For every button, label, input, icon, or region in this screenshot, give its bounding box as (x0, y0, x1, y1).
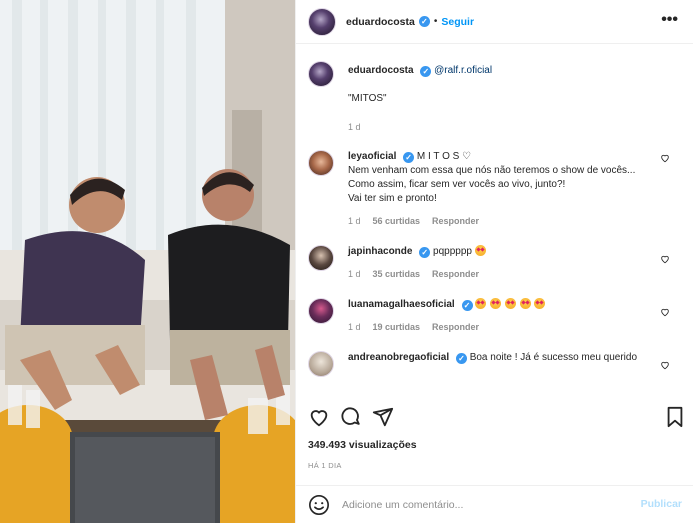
avatar[interactable] (308, 150, 334, 176)
post-photo (0, 0, 295, 523)
verified-icon: ✓ (419, 247, 431, 258)
comment-item: luanamagalhaesoficial ✓ 1 d 19 curtidas … (308, 298, 682, 334)
comment-item: andreanobregaoficial ✓ Boa noite ! Já é … (308, 351, 682, 377)
heart-icon[interactable] (660, 360, 670, 370)
comments-list[interactable]: eduardocosta ✓ @ralf.r.oficial "MITOS" 1… (296, 44, 693, 392)
reply-button[interactable]: Responder (432, 320, 479, 334)
comment-username[interactable]: japinhaconde (348, 246, 412, 257)
post-panel: eduardocosta ✓ • Seguir ••• eduardocosta… (295, 0, 693, 523)
verified-icon: ✓ (403, 152, 415, 163)
username-link[interactable]: eduardocosta (346, 16, 415, 28)
comment-text: Boa noite ! Já é sucesso meu querido (469, 352, 638, 363)
follow-button[interactable]: Seguir (441, 16, 474, 28)
comment-item: japinhaconde ✓ pqppppp 1 d 35 curtidas R… (308, 245, 682, 281)
comment-likes[interactable]: 35 curtidas (373, 267, 421, 281)
comment-age[interactable]: 1 d (348, 214, 361, 228)
comment-likes[interactable]: 19 curtidas (373, 320, 421, 334)
heart-eyes-emoji-icon (504, 298, 516, 309)
heart-icon[interactable] (660, 307, 670, 317)
action-bar (296, 400, 693, 430)
comment-username[interactable]: leyaoficial (348, 151, 396, 162)
heart-eyes-emoji-icon (474, 245, 486, 256)
comment-text: Vai ter sim e pronto! (348, 193, 437, 204)
caption-mention[interactable]: @ralf.r.oficial (434, 65, 492, 76)
comment-username[interactable]: luanamagalhaesoficial (348, 299, 455, 310)
reply-button[interactable]: Responder (432, 214, 479, 228)
heart-icon[interactable] (660, 153, 670, 163)
comment-username[interactable]: andreanobregaoficial (348, 352, 449, 363)
comment-text: M I T O S ♡ (416, 151, 472, 162)
caption: eduardocosta ✓ @ralf.r.oficial "MITOS" 1… (308, 61, 682, 134)
comment-text: pqppppp (433, 246, 472, 257)
comment-text: Nem venham com essa que nós não teremos … (348, 165, 636, 176)
comment-item: leyaoficial ✓ M I T O S ♡ Nem venham com… (308, 150, 682, 228)
avatar[interactable] (308, 61, 334, 87)
caption-text: "MITOS" (348, 93, 387, 104)
avatar[interactable] (308, 7, 336, 36)
separator-dot: • (433, 16, 438, 27)
verified-icon: ✓ (418, 16, 430, 27)
comment-likes[interactable]: 56 curtidas (373, 214, 421, 228)
verified-icon: ✓ (455, 353, 467, 364)
caption-age[interactable]: 1 d (348, 120, 361, 134)
view-count[interactable]: 349.493 visualizações (308, 439, 417, 451)
post-header: eduardocosta ✓ • Seguir ••• (296, 0, 693, 44)
avatar[interactable] (308, 245, 334, 271)
comment-text: Como assim, ficar sem ver vocês ao vivo,… (348, 179, 566, 190)
heart-eyes-emoji-icon (490, 298, 502, 309)
heart-eyes-emoji-icon (475, 298, 487, 309)
comment-age[interactable]: 1 d (348, 320, 361, 334)
heart-icon[interactable] (660, 254, 670, 264)
comment-input[interactable] (342, 498, 612, 511)
smile-icon[interactable] (308, 494, 330, 516)
caption-username[interactable]: eduardocosta (348, 65, 414, 76)
add-comment-bar: Publicar (296, 485, 693, 523)
avatar[interactable] (308, 351, 334, 377)
heart-eyes-emoji-icon (534, 298, 546, 309)
verified-icon: ✓ (461, 300, 473, 311)
heart-icon[interactable] (308, 406, 330, 428)
heart-eyes-emoji-icon (519, 298, 531, 309)
comment-age[interactable]: 1 d (348, 267, 361, 281)
verified-icon: ✓ (420, 66, 432, 77)
reply-button[interactable]: Responder (432, 267, 479, 281)
more-icon[interactable]: ••• (661, 12, 678, 28)
comment-icon[interactable] (340, 406, 362, 428)
bookmark-icon[interactable] (664, 406, 686, 428)
publish-button[interactable]: Publicar (641, 498, 682, 510)
avatar[interactable] (308, 298, 334, 324)
share-icon[interactable] (372, 406, 394, 428)
post-time[interactable]: HÁ 1 DIA (308, 461, 342, 470)
